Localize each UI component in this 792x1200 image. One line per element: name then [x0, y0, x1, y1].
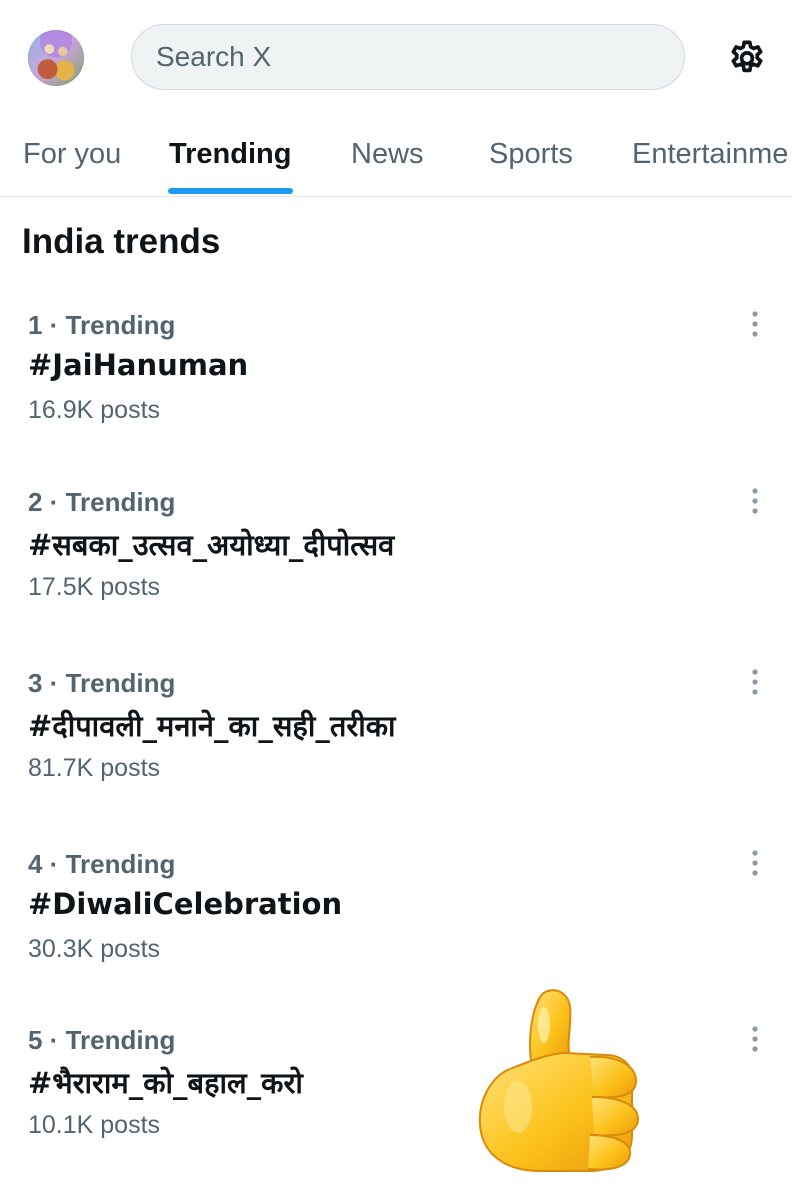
tab-trending[interactable]: Trending — [169, 118, 291, 196]
trend-hashtag: #सबका_उत्सव_अयोध्या_दीपोत्सव — [28, 528, 395, 562]
trend-post-count: 30.3K posts — [28, 935, 161, 963]
tab-bar: For you Trending News Sports Entertainme — [0, 118, 792, 197]
trend-post-count: 17.5K posts — [28, 573, 161, 601]
trend-post-count: 16.9K posts — [28, 396, 161, 424]
profile-avatar[interactable] — [28, 30, 84, 86]
trend-rank: 4 · Trending — [28, 849, 176, 879]
trend-hashtag: #JaiHanuman — [28, 348, 249, 382]
tab-news[interactable]: News — [351, 118, 424, 196]
thumbs-up-emoji — [478, 989, 640, 1172]
active-tab-indicator — [168, 188, 293, 194]
trend-item[interactable]: 3 · Trending #दीपावली_मनाने_का_सही_तरीका… — [0, 668, 792, 838]
more-options-button[interactable] — [740, 662, 770, 702]
more-vertical-icon — [752, 311, 758, 337]
more-options-button[interactable] — [740, 481, 770, 521]
trend-rank: 2 · Trending — [28, 487, 176, 517]
tab-entertainment[interactable]: Entertainme — [632, 118, 788, 196]
trend-item[interactable]: 4 · Trending #DiwaliCelebration 30.3K po… — [0, 849, 792, 1019]
more-vertical-icon — [752, 850, 758, 876]
trend-item[interactable]: 1 · Trending #JaiHanuman 16.9K posts — [0, 310, 792, 480]
tab-sports[interactable]: Sports — [489, 118, 573, 196]
more-options-button[interactable] — [740, 843, 770, 883]
trend-item[interactable]: 5 · Trending #भैराराम_को_बहाल_करो 10.1K … — [0, 1025, 792, 1195]
trend-post-count: 81.7K posts — [28, 754, 161, 782]
tab-for-you[interactable]: For you — [23, 118, 121, 196]
more-options-button[interactable] — [740, 1019, 770, 1059]
more-vertical-icon — [752, 488, 758, 514]
search-bar[interactable] — [131, 24, 685, 90]
settings-button[interactable] — [722, 34, 772, 84]
gear-icon — [731, 40, 763, 73]
more-options-button[interactable] — [740, 304, 770, 344]
more-vertical-icon — [752, 1026, 758, 1052]
trend-rank: 1 · Trending — [28, 310, 176, 340]
more-vertical-icon — [752, 669, 758, 695]
trend-hashtag: #DiwaliCelebration — [28, 887, 343, 921]
trend-hashtag: #भैराराम_को_बहाल_करो — [28, 1066, 303, 1100]
trend-rank: 3 · Trending — [28, 668, 176, 698]
trend-rank: 5 · Trending — [28, 1025, 176, 1055]
trend-hashtag: #दीपावली_मनाने_का_सही_तरीका — [28, 709, 396, 743]
trend-item[interactable]: 2 · Trending #सबका_उत्सव_अयोध्या_दीपोत्स… — [0, 487, 792, 657]
trend-post-count: 10.1K posts — [28, 1111, 161, 1139]
search-input[interactable] — [154, 40, 684, 74]
section-title: India trends — [22, 222, 221, 261]
